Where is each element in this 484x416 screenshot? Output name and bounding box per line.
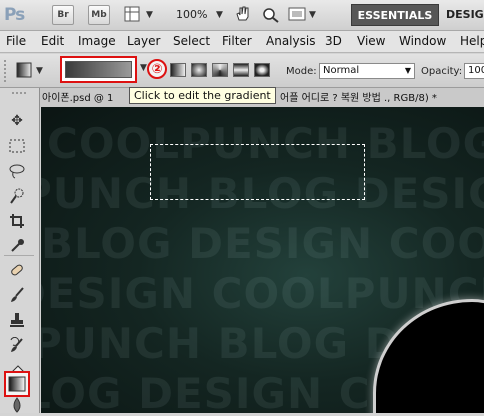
workspace-essentials-button[interactable]: ESSENTIALS [351,4,439,26]
mode-label: Mode: [286,66,317,77]
menu-bar: File Edit Image Layer Select Filter Anal… [0,31,484,53]
eyedropper-tool-icon[interactable] [6,235,28,257]
watermark-text: DESIGN COOLPUNCH BLO [41,269,484,318]
gradient-picker[interactable] [60,56,137,83]
chevron-down-icon[interactable]: ▼ [405,64,411,78]
watermark-text: BLOG DESIGN COOLPUNC [41,219,484,268]
menu-help[interactable]: Help [460,34,484,48]
zoom-level[interactable]: 100% [176,8,207,21]
menu-edit[interactable]: Edit [41,34,64,48]
hand-tool-icon[interactable] [234,6,252,22]
quick-select-tool-icon[interactable] [6,185,28,207]
chevron-down-icon[interactable]: ▼ [140,63,147,73]
move-tool-icon[interactable]: ✥ [6,110,28,132]
view-extras-icon[interactable] [124,6,140,22]
launch-bridge-button[interactable]: Br [52,5,74,25]
menu-image[interactable]: Image [78,34,116,48]
tools-panel: ✥ [0,88,40,413]
mode-select[interactable]: Normal ▼ [319,63,415,79]
arrange-documents-icon[interactable] [288,7,306,23]
gradient-preview[interactable] [65,61,132,78]
document-tab-title[interactable]: 아이폰.psd @ 1 [42,90,113,107]
diamond-gradient-button[interactable] [254,63,270,77]
mode-value: Normal [323,65,360,76]
spot-healing-tool-icon[interactable] [6,259,28,281]
workspace-design-button[interactable]: DESIG [446,4,484,26]
menu-3d[interactable]: 3D [325,34,342,48]
chevron-down-icon[interactable]: ▼ [309,10,316,20]
chevron-down-icon[interactable]: ▼ [216,10,223,20]
marquee-tool-icon[interactable] [6,135,28,157]
chevron-down-icon[interactable]: ▼ [36,66,43,76]
tool-preset-icon[interactable] [16,62,34,78]
annotation-badge-2: ② [147,59,167,79]
reflected-gradient-button[interactable] [233,63,249,77]
document-canvas[interactable]: COOLPUNCH BLOG DESIG PUNCH BLOG DESIGN C… [41,107,484,413]
history-brush-tool-icon[interactable] [6,334,28,356]
gradient-tooltip: Click to edit the gradient [129,87,276,104]
tools-divider [4,255,34,256]
opacity-input[interactable]: 100 [464,63,484,79]
application-bar: Ps Br Mb ▼ 100% ▼ ▼ ESSENTIALS DESIG [0,0,484,31]
selection-marquee[interactable] [150,144,365,200]
menu-file[interactable]: File [6,34,26,48]
lasso-tool-icon[interactable] [6,160,28,182]
menu-layer[interactable]: Layer [127,34,160,48]
linear-gradient-button[interactable] [170,63,186,77]
radial-gradient-button[interactable] [191,63,207,77]
menu-select[interactable]: Select [173,34,210,48]
launch-minibridge-button[interactable]: Mb [88,5,110,25]
chevron-down-icon[interactable]: ▼ [146,10,153,20]
menu-view[interactable]: View [357,34,385,48]
menu-filter[interactable]: Filter [222,34,252,48]
photoshop-logo: Ps [4,5,25,25]
zoom-tool-icon[interactable] [262,7,280,23]
options-bar-grip[interactable] [4,60,12,82]
crop-tool-icon[interactable] [6,210,28,232]
tools-panel-grip[interactable] [12,92,26,96]
menu-window[interactable]: Window [399,34,446,48]
opacity-label: Opacity: [421,66,463,77]
angle-gradient-button[interactable] [212,63,228,77]
clone-stamp-tool-icon[interactable] [6,309,28,331]
document-tab-title-rest: 어플 어디로 ? 복원 방법 ., RGB/8) * [280,93,437,104]
brush-tool-icon[interactable] [6,284,28,306]
menu-analysis[interactable]: Analysis [266,34,315,48]
